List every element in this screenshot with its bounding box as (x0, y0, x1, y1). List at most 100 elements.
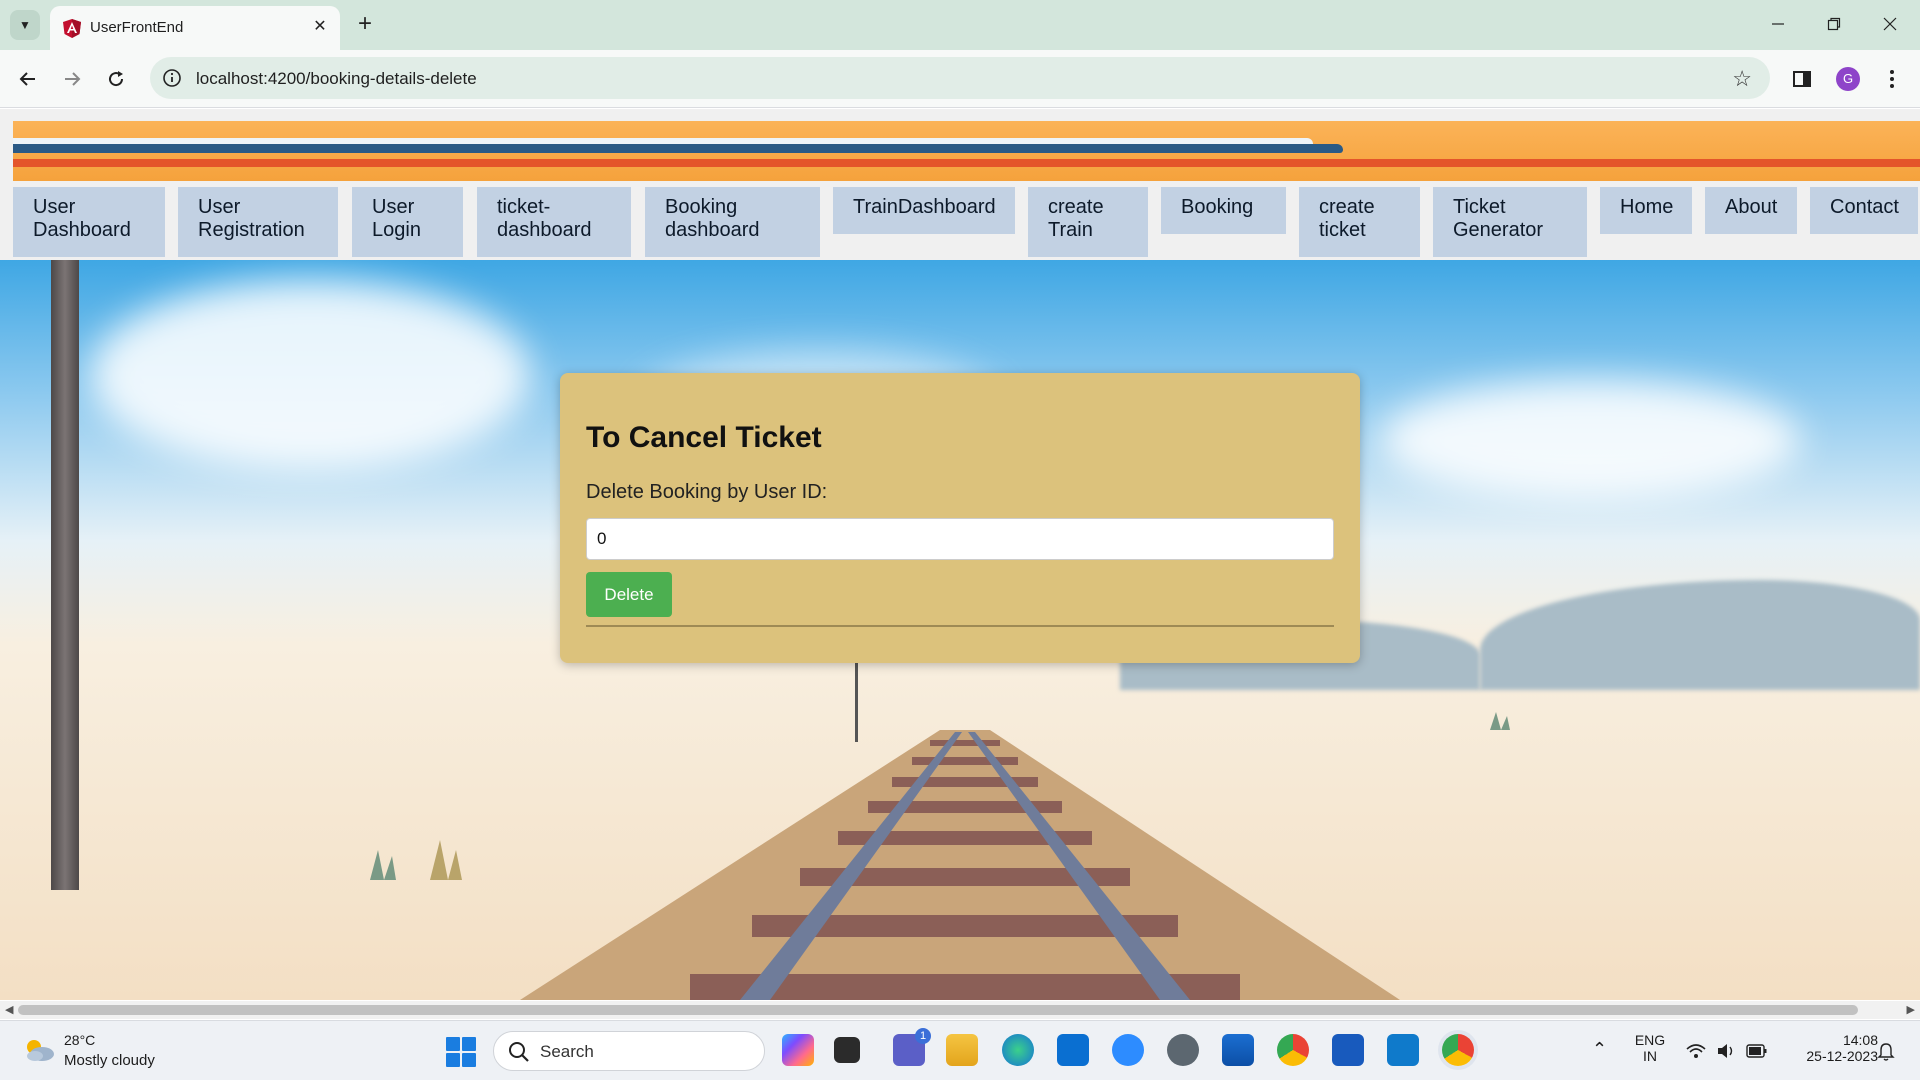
nav-label: Ticket Generator (1453, 196, 1544, 241)
weather-cloudy-icon[interactable] (22, 1037, 56, 1063)
taskbar-search[interactable]: Search (493, 1031, 765, 1071)
settings-gear-icon[interactable] (1167, 1034, 1199, 1066)
nav-label: create ticket (1319, 196, 1375, 241)
vscode-icon[interactable] (1387, 1034, 1419, 1066)
nav-label: Home (1620, 196, 1674, 218)
profile-button[interactable]: G (1832, 63, 1864, 95)
side-panel-button[interactable] (1786, 63, 1818, 95)
browser-toolbar: localhost:4200/booking-details-delete ☆ … (0, 50, 1920, 108)
volume-icon[interactable] (1716, 1043, 1736, 1059)
nav-label: Contact (1830, 196, 1899, 218)
task-view-icon[interactable] (834, 1037, 860, 1063)
battery-icon[interactable] (1746, 1044, 1768, 1058)
reload-icon (109, 71, 124, 87)
nav-label: create Train (1048, 196, 1104, 241)
clock-date: 25-12-2023 (1806, 1048, 1878, 1064)
card-divider (586, 625, 1334, 627)
forward-button[interactable] (56, 63, 88, 95)
horizontal-scrollbar[interactable]: ◀ ▶ (0, 1001, 1920, 1019)
tab-title: UserFrontEnd (90, 19, 184, 36)
restore-button[interactable] (1814, 8, 1854, 40)
nav-train-dashboard[interactable]: TrainDashboard (833, 187, 1015, 234)
close-tab-icon[interactable]: ✕ (310, 17, 330, 37)
nav-label: User Registration (198, 196, 305, 241)
nav-label: Booking dashboard (665, 196, 760, 241)
chrome-profile-icon[interactable] (1442, 1034, 1474, 1066)
language-indicator[interactable]: ENG IN (1630, 1032, 1670, 1064)
nav-create-ticket[interactable]: create ticket (1299, 187, 1420, 257)
address-bar[interactable]: localhost:4200/booking-details-delete ☆ (150, 57, 1770, 99)
close-window-button[interactable] (1870, 8, 1910, 40)
close-icon (1883, 17, 1897, 31)
chrome-icon[interactable] (1277, 1034, 1309, 1066)
windows-logo-icon (446, 1037, 460, 1051)
new-tab-button[interactable]: + (350, 10, 380, 40)
myhp-icon[interactable] (1057, 1034, 1089, 1066)
tab-search-button[interactable]: ▼ (10, 10, 40, 40)
user-id-label: Delete Booking by User ID: (586, 481, 828, 503)
main-nav: User Dashboard User Registration User Lo… (13, 177, 1920, 257)
teams-icon[interactable]: 1 (893, 1028, 931, 1066)
chevron-up-icon[interactable]: ⌃ (1592, 1039, 1607, 1060)
nav-home[interactable]: Home (1600, 187, 1692, 234)
nav-create-train[interactable]: create Train (1028, 187, 1148, 257)
user-id-input[interactable] (586, 518, 1334, 560)
nav-booking-dashboard[interactable]: Booking dashboard (645, 187, 820, 257)
browser-tab[interactable]: UserFrontEnd ✕ (50, 6, 340, 50)
windows-logo-icon (446, 1053, 460, 1067)
browser-tab-strip: ▼ UserFrontEnd ✕ + (0, 0, 1920, 50)
nav-label: User Login (372, 196, 421, 241)
nav-booking[interactable]: Booking (1161, 187, 1286, 234)
arrow-left-icon (19, 72, 35, 86)
side-panel-icon (1793, 71, 1811, 87)
wifi-icon[interactable] (1686, 1043, 1706, 1059)
nav-user-registration[interactable]: User Registration (178, 187, 338, 257)
page-viewport: User Dashboard User Registration User Lo… (0, 109, 1920, 1000)
train-banner (13, 121, 1920, 181)
start-button[interactable] (446, 1037, 476, 1067)
nav-label: ticket- dashboard (497, 196, 592, 241)
back-button[interactable] (12, 63, 44, 95)
reload-button[interactable] (100, 63, 132, 95)
url-text[interactable]: localhost:4200/booking-details-delete (196, 69, 477, 89)
region-code: IN (1643, 1048, 1657, 1064)
word-icon[interactable] (1332, 1034, 1364, 1066)
clock[interactable]: 14:08 25-12-2023 (1782, 1032, 1878, 1064)
nav-label: About (1725, 196, 1778, 218)
zoom-icon[interactable] (1112, 1034, 1144, 1066)
copilot-icon[interactable] (782, 1034, 814, 1066)
nav-user-login[interactable]: User Login (352, 187, 463, 257)
cancel-ticket-card: To Cancel Ticket Delete Booking by User … (560, 373, 1360, 663)
angular-logo-icon (63, 19, 81, 38)
microsoft-store-icon[interactable] (1222, 1034, 1254, 1066)
site-info-icon[interactable] (162, 68, 182, 88)
windows-logo-icon (462, 1037, 476, 1051)
notification-bell-icon[interactable] (1877, 1042, 1895, 1062)
nav-about[interactable]: About (1705, 187, 1797, 234)
windows-logo-icon (462, 1053, 476, 1067)
nav-ticket-dashboard[interactable]: ticket- dashboard (477, 187, 631, 257)
restore-icon (1827, 17, 1841, 31)
clock-time: 14:08 (1842, 1032, 1878, 1048)
arrow-right-icon (65, 72, 81, 86)
scroll-left-icon[interactable]: ◀ (5, 1003, 13, 1016)
delete-button[interactable]: Delete (586, 572, 672, 617)
nav-label: TrainDashboard (853, 196, 996, 218)
nav-contact[interactable]: Contact (1810, 187, 1918, 234)
bookmark-star-icon[interactable]: ☆ (1732, 66, 1752, 92)
search-placeholder: Search (540, 1042, 594, 1061)
weather-description[interactable]: Mostly cloudy (64, 1052, 155, 1069)
minimize-button[interactable] (1758, 8, 1798, 40)
nav-user-dashboard[interactable]: User Dashboard (13, 187, 165, 257)
language-code: ENG (1634, 1032, 1666, 1048)
scrollbar-thumb[interactable] (18, 1005, 1858, 1015)
notification-badge: 1 (915, 1028, 931, 1044)
nav-ticket-generator[interactable]: Ticket Generator (1433, 187, 1587, 257)
banner-train-body (13, 144, 1343, 153)
scroll-right-icon[interactable]: ▶ (1907, 1003, 1915, 1016)
browser-menu-button[interactable] (1876, 63, 1908, 95)
file-explorer-icon[interactable] (946, 1034, 978, 1066)
chevron-down-icon: ▼ (19, 18, 31, 32)
edge-icon[interactable] (1002, 1034, 1034, 1066)
weather-temperature[interactable]: 28°C (64, 1032, 95, 1048)
